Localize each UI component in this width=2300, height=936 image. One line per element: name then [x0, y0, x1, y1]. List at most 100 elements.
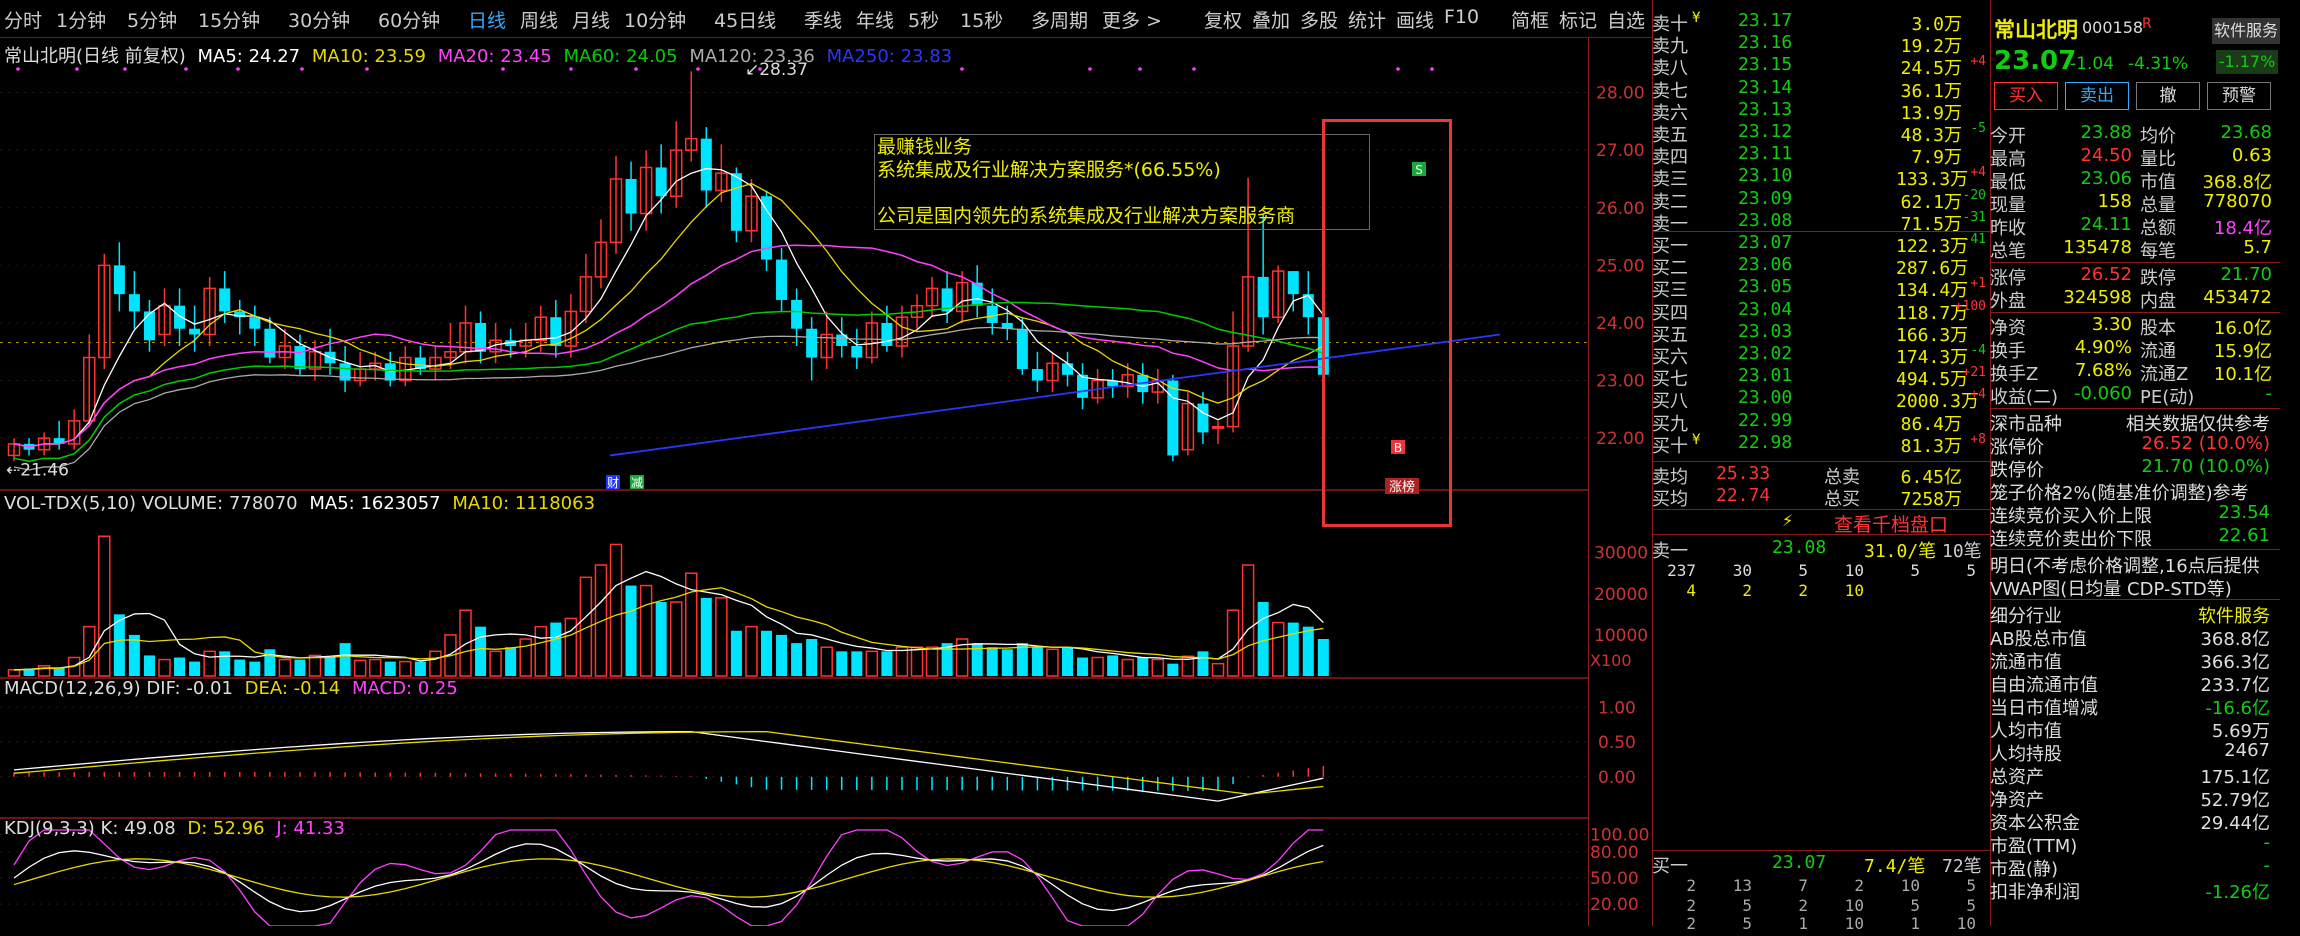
volume-axis-label-0: 30000 [1594, 544, 1648, 564]
queue-order: 1 [1778, 914, 1808, 933]
quote-row-4: 昨收24.11总额18.4亿 [1990, 214, 2280, 238]
volume-axis-label-1: 20000 [1594, 585, 1648, 605]
alert-button[interactable]: 预警 [2207, 82, 2271, 110]
period-tab-11[interactable]: 季线 [804, 6, 842, 33]
queue-order: 13 [1722, 876, 1752, 895]
ma20-line [14, 245, 1323, 447]
field-label-2: 每笔 [2140, 237, 2176, 263]
badge-cai: 财 [607, 476, 619, 490]
period-tab-16[interactable]: 更多 > [1102, 6, 1162, 33]
volume-bar-down [234, 660, 245, 676]
fund-row-1: 换手4.90%流通15.9亿 [1990, 337, 2280, 361]
kdj-axis-label-2: 50.00 [1590, 869, 1639, 889]
level-price: 23.12 [1738, 121, 1792, 142]
volume-bar-up [279, 660, 290, 676]
toolbar-btn-3[interactable]: 统计 [1348, 6, 1386, 33]
period-tab-9[interactable]: 10分钟 [624, 6, 686, 33]
period-tab-6[interactable]: 日线 [468, 6, 506, 33]
period-tab-2[interactable]: 5分钟 [127, 6, 177, 33]
period-tab-0[interactable]: 分时 [4, 6, 42, 33]
buy-level-7[interactable]: 买七23.01494.5万+21 [1652, 365, 1990, 387]
volume-bar-down [475, 627, 486, 676]
row-label: 扣非净利润 [1990, 878, 2080, 904]
queue-order: 10 [1834, 914, 1864, 933]
toolbar-btn-5[interactable]: F10 [1444, 6, 1479, 28]
row-value: - [2264, 855, 2271, 876]
buy-level-6[interactable]: 买六23.02174.3万-4 [1652, 343, 1990, 365]
sell-level-10[interactable]: 卖一23.0871.5万-31 [1652, 210, 1990, 232]
sell-button[interactable]: 卖出 [2065, 82, 2129, 110]
queue-order: 1 [1890, 914, 1920, 933]
volume-ma10-line [14, 588, 1323, 670]
sell-level-2[interactable]: 卖九23.1619.2万 [1652, 32, 1990, 54]
toolbar-btn-2[interactable]: 多股 [1300, 6, 1338, 33]
sell-level-6[interactable]: 卖五23.1248.3万-5 [1652, 121, 1990, 143]
sell-level-3[interactable]: 卖八23.1524.5万+4 [1652, 54, 1990, 76]
candle-down [972, 283, 983, 306]
buy-level-10[interactable]: 买十¥22.9881.3万+8 [1652, 432, 1990, 454]
high-label: ↙28.37 [745, 60, 808, 80]
buy-level-4[interactable]: 买四23.04118.7万+100 [1652, 299, 1990, 321]
period-tab-15[interactable]: 多周期 [1031, 6, 1088, 33]
period-tab-5[interactable]: 60分钟 [378, 6, 440, 33]
candle-down [761, 196, 772, 259]
sell-level-1[interactable]: 卖十¥23.173.0万 [1652, 10, 1990, 32]
buy-level-1[interactable]: 买一23.07122.3万-41 [1652, 232, 1990, 254]
period-tab-8[interactable]: 月线 [572, 6, 610, 33]
cancel-button[interactable]: 撤 [2136, 82, 2200, 110]
volume-bar-down [1197, 651, 1208, 676]
toolbar-btn-8[interactable]: 自选 [1607, 6, 1645, 33]
toolbar-btn-7[interactable]: 标记 [1559, 6, 1597, 33]
period-tab-12[interactable]: 年线 [856, 6, 894, 33]
avg-value: 22.74 [1716, 485, 1770, 506]
volume-bar-up [671, 602, 682, 676]
price-axis-label-1: 27.00 [1596, 141, 1645, 161]
depth-link[interactable]: 查看千档盘口 [1834, 510, 1948, 537]
buy1-queue-row1: 21372105 [1652, 876, 1990, 898]
volume-bar-up [746, 627, 757, 676]
buy-level-3[interactable]: 买三23.05134.4万+1 [1652, 276, 1990, 298]
period-tab-1[interactable]: 1分钟 [56, 6, 106, 33]
period-tab-14[interactable]: 15秒 [960, 6, 1003, 33]
sell-level-8[interactable]: 卖三23.10133.3万+4 [1652, 165, 1990, 187]
sell-level-7[interactable]: 卖四23.117.9万 [1652, 143, 1990, 165]
candle-down [144, 311, 155, 340]
buy-level-5[interactable]: 买五23.03166.3万 [1652, 321, 1990, 343]
period-tab-3[interactable]: 15分钟 [198, 6, 260, 33]
sector-button[interactable]: 软件服务 [2212, 18, 2280, 44]
event-dot [1088, 67, 1092, 71]
toolbar-btn-4[interactable]: 画线 [1396, 6, 1434, 33]
period-tab-13[interactable]: 5秒 [908, 6, 939, 33]
row-label: 连续竞价卖出价下限 [1990, 525, 2152, 551]
book-summary-divider [1652, 461, 1990, 462]
stock-flag: R [2142, 16, 2152, 32]
price-axis-label-5: 23.00 [1596, 372, 1645, 392]
volume-bar-down [550, 623, 561, 676]
sell-level-5[interactable]: 卖六23.1313.9万 [1652, 99, 1990, 121]
sell-level-9[interactable]: 卖二23.0962.1万-20 [1652, 188, 1990, 210]
period-tab-7[interactable]: 周线 [520, 6, 558, 33]
candle-down [776, 260, 787, 300]
tomorrow-row: 明日(不考虑价格调整,16点后提供 [1990, 552, 2280, 576]
volume-bar-down [219, 651, 230, 676]
level-price: 23.04 [1738, 299, 1792, 320]
queue-order: 2 [1666, 914, 1696, 933]
volume-bar-up [370, 660, 381, 676]
toolbar-btn-1[interactable]: 叠加 [1252, 6, 1290, 33]
quote-row-0: 今开23.88均价23.68 [1990, 122, 2280, 146]
queue-order: 5 [1722, 914, 1752, 933]
industry-row: 细分行业软件服务 [1990, 602, 2280, 626]
row-value: - [2264, 832, 2271, 853]
toolbar-btn-6[interactable]: 简框 [1511, 6, 1549, 33]
period-tab-4[interactable]: 30分钟 [288, 6, 350, 33]
period-tab-10[interactable]: 45日线 [714, 6, 776, 33]
avg-label: 买均 [1652, 485, 1688, 511]
buy-level-9[interactable]: 买九22.9986.4万 [1652, 410, 1990, 432]
buy-level-8[interactable]: 买八23.002000.3万+4 [1652, 387, 1990, 409]
toolbar-btn-0[interactable]: 复权 [1204, 6, 1242, 33]
macd-dea-line [14, 732, 1323, 795]
buy-level-2[interactable]: 买二23.06287.6万 [1652, 254, 1990, 276]
buy-button[interactable]: 买入 [1994, 82, 2058, 110]
sell-level-4[interactable]: 卖七23.1436.1万 [1652, 77, 1990, 99]
volume-bar-up [490, 651, 501, 676]
